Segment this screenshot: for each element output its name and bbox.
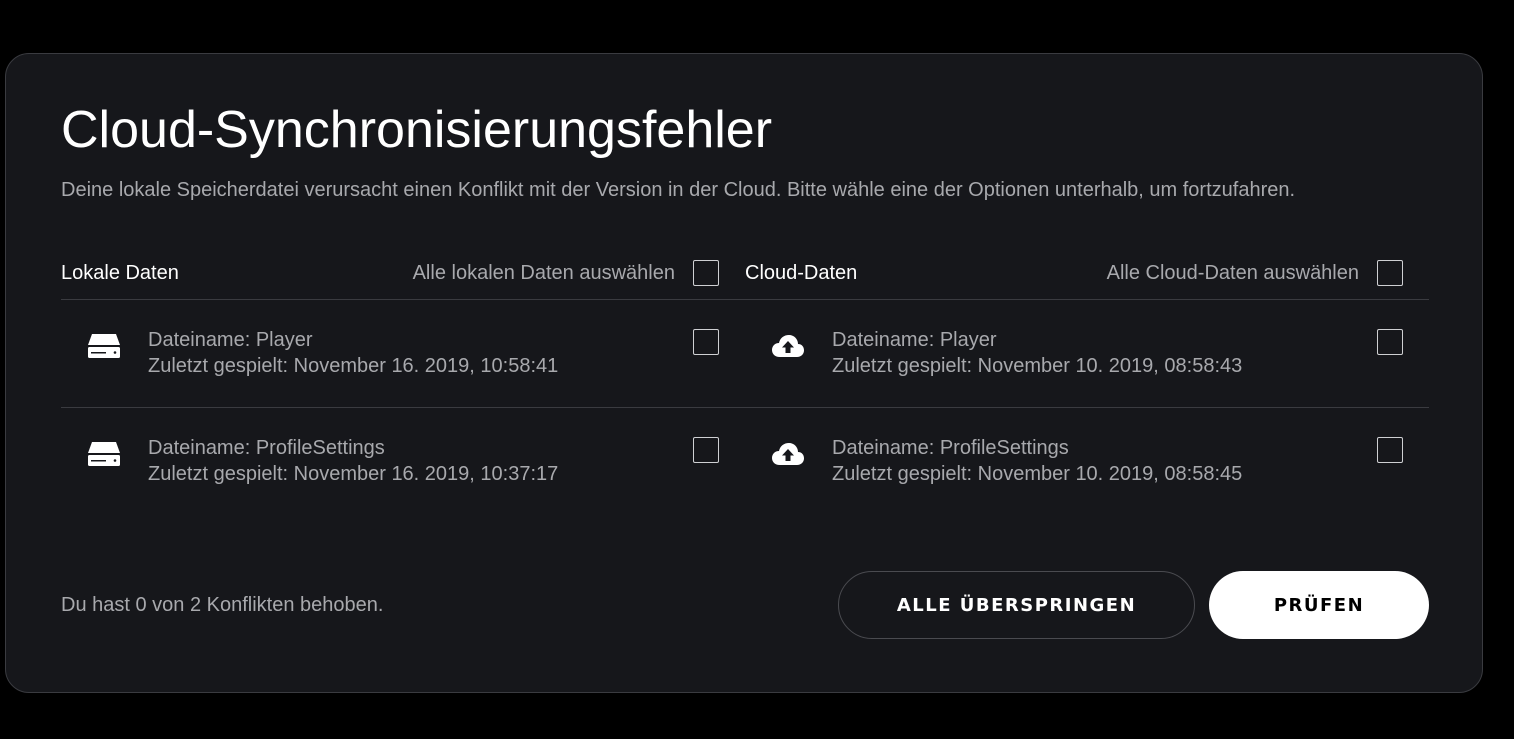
select-all-cloud-label: Alle Cloud-Daten auswählen: [1106, 262, 1359, 284]
select-all-local-label: Alle lokalen Daten auswählen: [412, 262, 675, 284]
header-divider: [61, 299, 1429, 300]
cloud-data-header: Cloud-Daten Alle Cloud-Daten auswählen: [745, 258, 1403, 288]
hard-drive-icon: [87, 439, 121, 469]
cloud-upload-icon: [771, 439, 805, 469]
local-file-item: Dateiname: ProfileSettings Zuletzt gespi…: [61, 435, 719, 495]
cloud-data-title: Cloud-Daten: [745, 261, 858, 284]
cloud-sync-error-dialog: Cloud-Synchronisierungsfehler Deine loka…: [5, 53, 1483, 693]
local-data-title: Lokale Daten: [61, 261, 179, 284]
dialog-title: Cloud-Synchronisierungsfehler: [61, 101, 773, 159]
local-filename: Dateiname: ProfileSettings: [148, 437, 385, 459]
conflict-status-text: Du hast 0 von 2 Konflikten behoben.: [61, 594, 384, 616]
cloud-file-item: Dateiname: ProfileSettings Zuletzt gespi…: [745, 435, 1403, 495]
dialog-subtitle: Deine lokale Speicherdatei verursacht ei…: [61, 179, 1296, 201]
local-last-played: Zuletzt gespielt: November 16. 2019, 10:…: [148, 355, 559, 377]
local-file-item: Dateiname: Player Zuletzt gespielt: Nove…: [61, 327, 719, 387]
cloud-item-checkbox[interactable]: [1377, 329, 1403, 355]
cloud-filename: Dateiname: Player: [832, 329, 997, 351]
local-data-header: Lokale Daten Alle lokalen Daten auswähle…: [61, 258, 719, 288]
local-filename: Dateiname: Player: [148, 329, 313, 351]
cloud-file-item: Dateiname: Player Zuletzt gespielt: Nove…: [745, 327, 1403, 387]
cloud-last-played: Zuletzt gespielt: November 10. 2019, 08:…: [832, 355, 1243, 377]
cloud-filename: Dateiname: ProfileSettings: [832, 437, 1069, 459]
cloud-upload-icon: [771, 331, 805, 361]
cloud-last-played: Zuletzt gespielt: November 10. 2019, 08:…: [832, 463, 1243, 485]
hard-drive-icon: [87, 331, 121, 361]
select-all-cloud-checkbox[interactable]: [1377, 260, 1403, 286]
row-divider: [61, 407, 1429, 408]
local-item-checkbox[interactable]: [693, 437, 719, 463]
check-button[interactable]: PRÜFEN: [1209, 571, 1429, 639]
local-item-checkbox[interactable]: [693, 329, 719, 355]
select-all-local-checkbox[interactable]: [693, 260, 719, 286]
skip-all-button[interactable]: ALLE ÜBERSPRINGEN: [838, 571, 1195, 639]
cloud-item-checkbox[interactable]: [1377, 437, 1403, 463]
local-last-played: Zuletzt gespielt: November 16. 2019, 10:…: [148, 463, 559, 485]
